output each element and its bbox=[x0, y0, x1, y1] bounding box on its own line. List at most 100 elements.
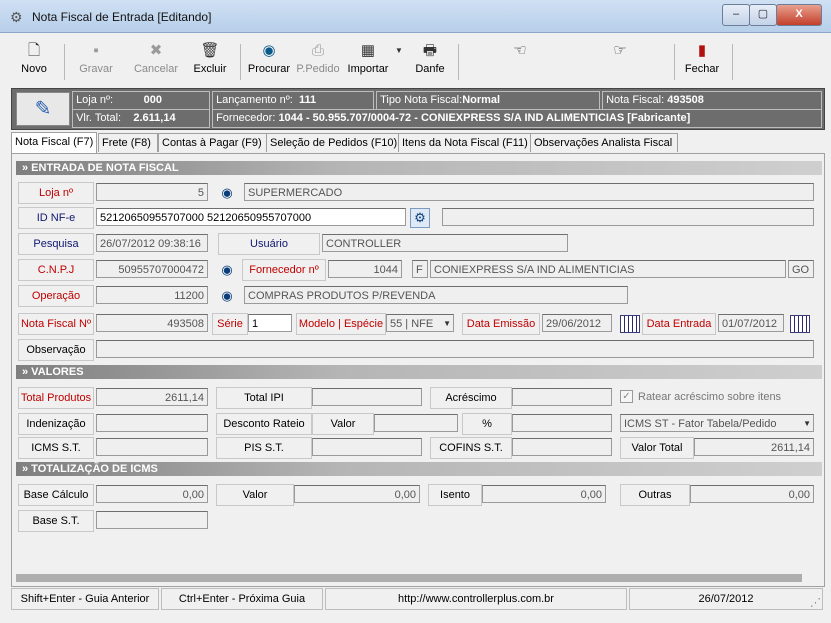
outras-label: Outras bbox=[620, 484, 690, 506]
desconto-valor-input[interactable] bbox=[374, 414, 458, 432]
next-record-button[interactable]: ☞ bbox=[600, 40, 640, 84]
icms-st-input[interactable] bbox=[96, 438, 208, 456]
dropdown-arrow-icon: ▼ bbox=[395, 46, 403, 55]
header-forn-label: Fornecedor: bbox=[216, 112, 276, 124]
horizontal-scrollbar[interactable] bbox=[16, 574, 802, 582]
data-entrada-input[interactable]: 01/07/2012 bbox=[718, 314, 784, 332]
emissao-input[interactable]: 29/06/2012 bbox=[542, 314, 612, 332]
hand-left-icon: ☜ bbox=[513, 42, 527, 59]
calendar-icon[interactable] bbox=[790, 315, 810, 333]
nota-fiscal-panel: » ENTRADA DE NOTA FISCAL Loja nº 5 ◉ SUP… bbox=[11, 153, 825, 587]
status-proxima-guia: Ctrl+Enter - Próxima Guia bbox=[161, 588, 323, 610]
section-icms: » TOTALIZAÇÃO DE ICMS bbox=[16, 462, 822, 476]
total-ipi-input[interactable] bbox=[312, 388, 422, 406]
section-valores-title: » VALORES bbox=[22, 366, 84, 378]
desconto-pct-label: % bbox=[462, 413, 512, 435]
excluir-button[interactable]: 🗑 Excluir bbox=[186, 40, 234, 84]
fechar-button[interactable]: ▮ Fechar bbox=[680, 40, 724, 84]
tab-selecao-pedidos[interactable]: Seleção de Pedidos (F10) bbox=[266, 133, 400, 152]
fornecedor-uf-field: GO bbox=[788, 260, 814, 278]
serie-label: Série bbox=[212, 313, 248, 335]
header-loja-value: 000 bbox=[143, 94, 163, 106]
idnfe-status-field bbox=[442, 208, 814, 226]
importar-label: Importar bbox=[347, 63, 389, 75]
fornecedor-input[interactable]: 1044 bbox=[328, 260, 402, 278]
operacao-input[interactable]: 11200 bbox=[96, 286, 208, 304]
acrescimo-input[interactable] bbox=[512, 388, 612, 406]
main-window: ⚙ Nota Fiscal de Entrada [Editando] – ▢ … bbox=[0, 0, 831, 623]
pesquisa-label: Pesquisa bbox=[18, 233, 94, 255]
icms-st-select[interactable]: ICMS ST - Fator Tabela/Pedido ▼ bbox=[620, 414, 814, 432]
printer-icon: 🖶 bbox=[422, 42, 438, 59]
observacao-input[interactable] bbox=[96, 340, 814, 358]
cnpj-input[interactable]: 50955707000472 bbox=[96, 260, 208, 278]
indenizacao-input[interactable] bbox=[96, 414, 208, 432]
importar-dropdown[interactable]: ▼ bbox=[394, 40, 404, 84]
previous-record-button[interactable]: ☜ bbox=[500, 40, 540, 84]
cnpj-label: C.N.P.J bbox=[18, 259, 94, 281]
cancelar-button[interactable]: ✖ Cancelar bbox=[128, 40, 184, 84]
maximize-button[interactable]: ▢ bbox=[749, 4, 777, 26]
header-loja: Loja nº: 000 bbox=[72, 91, 210, 110]
desconto-rateio-label: Desconto Rateio bbox=[216, 413, 312, 435]
app-gear-icon: ⚙ bbox=[10, 9, 23, 25]
section-valores: » VALORES bbox=[16, 365, 822, 379]
pesquisa-field: 26/07/2012 09:38:16 bbox=[96, 234, 208, 252]
idnfe-input[interactable]: 52120650955707000 52120650955707000 bbox=[96, 208, 406, 226]
procurar-label: Procurar bbox=[247, 63, 291, 75]
header-lancamento: Lançamento nº: 111 bbox=[212, 91, 374, 110]
modelo-select[interactable]: 55 | NFE ▼ bbox=[386, 314, 454, 332]
tab-contas-pagar[interactable]: Contas à Pagar (F9) bbox=[158, 133, 268, 152]
header-nota-fiscal: Nota Fiscal: 493508 bbox=[602, 91, 822, 110]
serie-input[interactable]: 1 bbox=[248, 314, 292, 332]
fornecedor-name-field: CONIEXPRESS S/A IND ALIMENTICIAS bbox=[430, 260, 786, 278]
minimize-button[interactable]: – bbox=[722, 4, 750, 26]
status-date: 26/07/2012 bbox=[629, 588, 823, 610]
tab-observacoes[interactable]: Observações Analista Fiscal bbox=[530, 133, 678, 152]
emissao-label: Data Emissão bbox=[462, 313, 540, 335]
new-document-icon: 🗋 bbox=[27, 42, 41, 59]
data-entrada-label: Data Entrada bbox=[642, 313, 716, 335]
cofins-st-input[interactable] bbox=[512, 438, 612, 456]
tab-itens-nota[interactable]: Itens da Nota Fiscal (F11) bbox=[398, 133, 532, 152]
header-vlr-value: 2.611,14 bbox=[133, 112, 176, 124]
icms-st-select-value: ICMS ST - Fator Tabela/Pedido bbox=[624, 418, 777, 430]
operacao-search-icon[interactable]: ◉ bbox=[218, 287, 236, 305]
procurar-button[interactable]: ◉ Procurar bbox=[244, 40, 294, 84]
calendar-icon[interactable] bbox=[620, 315, 640, 333]
isento-field: 0,00 bbox=[482, 485, 606, 503]
status-guia-anterior: Shift+Enter - Guia Anterior bbox=[11, 588, 159, 610]
chevron-down-icon: ▼ bbox=[443, 319, 451, 328]
header-nota-label: Nota Fiscal: bbox=[606, 94, 665, 106]
tab-frete[interactable]: Frete (F8) bbox=[98, 133, 158, 152]
section-entrada-title: » ENTRADA DE NOTA FISCAL bbox=[22, 162, 179, 174]
novo-button[interactable]: 🗋 Novo bbox=[14, 40, 54, 84]
save-icon: ▪ bbox=[93, 42, 99, 59]
ppedido-button[interactable]: ⎙ P.Pedido bbox=[294, 40, 342, 84]
gravar-button[interactable]: ▪ Gravar bbox=[72, 40, 120, 84]
cnpj-search-icon[interactable]: ◉ bbox=[218, 261, 236, 279]
icms-st-label: ICMS S.T. bbox=[18, 437, 94, 459]
loja-input[interactable]: 5 bbox=[96, 183, 208, 201]
header-loja-label: Loja nº: bbox=[76, 94, 114, 106]
status-url: http://www.controllerplus.com.br bbox=[325, 588, 627, 610]
ratear-label: Ratear acréscimo sobre itens bbox=[638, 391, 782, 403]
idnfe-lookup-icon[interactable]: ⚙ bbox=[410, 208, 430, 228]
valor-total-field: 2611,14 bbox=[694, 438, 814, 456]
cancel-x-icon: ✖ bbox=[149, 42, 163, 59]
resize-grip-icon[interactable]: ⋰ bbox=[810, 596, 821, 609]
modelo-value: 55 | NFE bbox=[390, 318, 434, 330]
pis-st-input[interactable] bbox=[312, 438, 422, 456]
nf-numero-input[interactable]: 493508 bbox=[96, 314, 208, 332]
fechar-label: Fechar bbox=[684, 63, 720, 75]
ratear-checkbox[interactable]: ✓ bbox=[620, 390, 633, 403]
novo-label: Novo bbox=[21, 63, 47, 75]
close-button[interactable]: X bbox=[776, 4, 822, 26]
danfe-button[interactable]: 🖶 Danfe bbox=[408, 40, 452, 84]
loja-search-icon[interactable]: ◉ bbox=[218, 184, 236, 202]
tab-nota-fiscal[interactable]: Nota Fiscal (F7) bbox=[11, 132, 97, 153]
importar-button[interactable]: ▦ Importar bbox=[342, 40, 394, 84]
base-calculo-field: 0,00 bbox=[96, 485, 208, 503]
desconto-pct-input[interactable] bbox=[512, 414, 612, 432]
fornecedor-tipo-field: F bbox=[412, 260, 428, 278]
